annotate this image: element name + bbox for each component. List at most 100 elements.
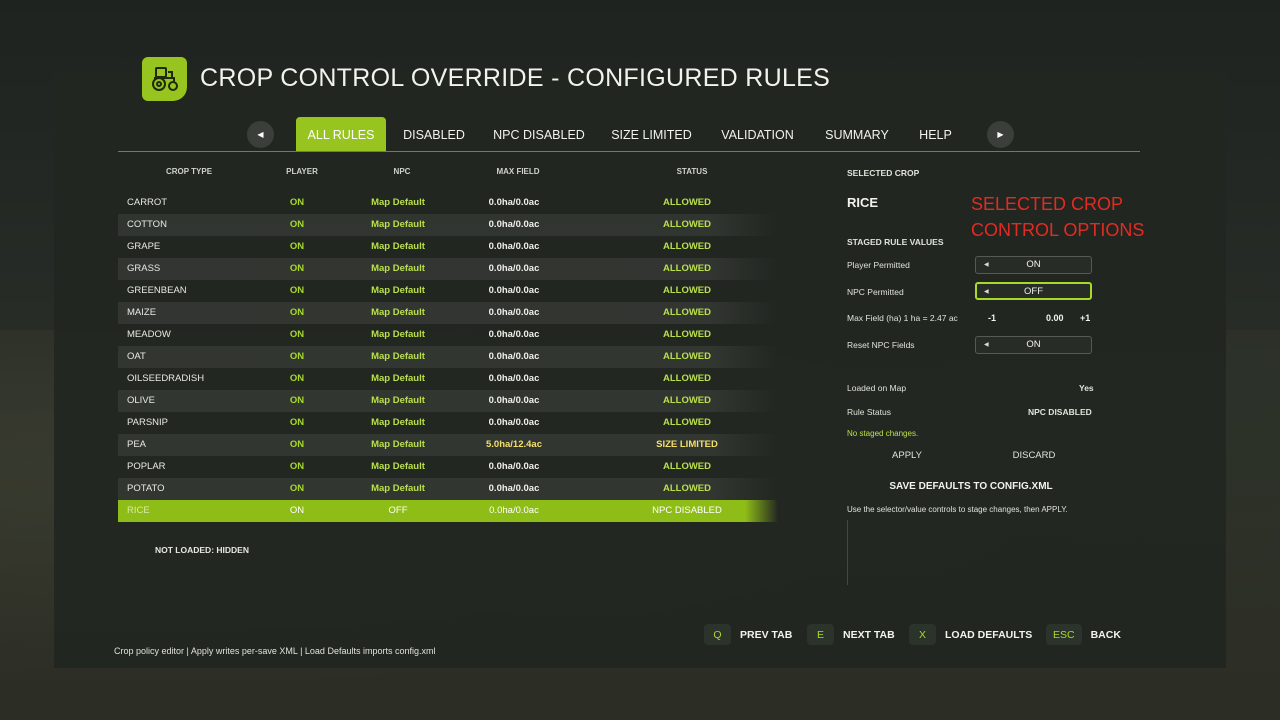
npc-cell: Map Default — [371, 351, 425, 362]
rule-status-value: NPC DISABLED — [1028, 407, 1092, 417]
selected-crop-name: RICE — [847, 195, 879, 210]
crop-name-cell: POTATO — [127, 483, 165, 494]
table-row[interactable]: GRASS ON Map Default 0.0ha/0.0ac ALLOWED — [118, 258, 778, 280]
crop-name-cell: OLIVE — [127, 395, 155, 406]
chevron-left-icon[interactable]: ◀ — [247, 121, 274, 148]
max-field-cell: 0.0ha/0.0ac — [488, 417, 540, 428]
npc-cell: Map Default — [371, 439, 425, 450]
status-cell: ALLOWED — [662, 307, 712, 318]
table-row[interactable]: MAIZE ON Map Default 0.0ha/0.0ac ALLOWED — [118, 302, 778, 324]
help-text: Use the selector/value controls to stage… — [847, 505, 1068, 514]
crop-name-cell: OILSEEDRADISH — [127, 373, 205, 384]
table-row[interactable]: POTATO ON Map Default 0.0ha/0.0ac ALLOWED — [118, 478, 778, 500]
tab-all-rules[interactable]: ALL RULES — [296, 117, 386, 152]
npc-permitted-selector[interactable]: ◀ OFF — [975, 282, 1092, 300]
tab-help[interactable]: HELP — [906, 117, 965, 152]
table-row[interactable]: GREENBEAN ON Map Default 0.0ha/0.0ac ALLOWED — [118, 280, 778, 302]
table-row[interactable]: MEADOW ON Map Default 0.0ha/0.0ac ALLOWED — [118, 324, 778, 346]
crop-name-cell: POPLAR — [127, 461, 166, 472]
npc-cell: Map Default — [371, 219, 425, 230]
save-defaults-button[interactable]: SAVE DEFAULTS TO CONFIG.XML — [848, 481, 1094, 492]
divider — [847, 520, 848, 585]
back-hint[interactable]: ESC BACK — [1046, 624, 1121, 645]
table-row[interactable]: OAT ON Map Default 0.0ha/0.0ac ALLOWED — [118, 346, 778, 368]
player-cell: ON — [289, 483, 305, 494]
player-permitted-selector[interactable]: ◀ ON — [975, 256, 1092, 274]
npc-cell: Map Default — [371, 329, 425, 340]
prev-tab-hint[interactable]: Q PREV TAB — [704, 624, 792, 645]
next-tab-hint[interactable]: E NEXT TAB — [807, 624, 895, 645]
loaded-on-map-label: Loaded on Map — [847, 383, 907, 393]
crop-name-cell: OAT — [127, 351, 146, 362]
tab-size-limited[interactable]: SIZE LIMITED — [596, 117, 707, 152]
footer-note: Crop policy editor | Apply writes per-sa… — [114, 646, 436, 656]
player-cell: ON — [289, 197, 305, 208]
status-cell: ALLOWED — [662, 351, 712, 362]
tab-validation[interactable]: VALIDATION — [707, 117, 808, 152]
table-row[interactable]: OLIVE ON Map Default 0.0ha/0.0ac ALLOWED — [118, 390, 778, 412]
tab-summary[interactable]: SUMMARY — [808, 117, 906, 152]
status-cell: ALLOWED — [662, 329, 712, 340]
player-cell: ON — [289, 461, 305, 472]
max-field-cell: 0.0ha/0.0ac — [488, 373, 540, 384]
apply-button[interactable]: APPLY — [862, 450, 952, 461]
tab-bar: ALL RULES DISABLED NPC DISABLED SIZE LIM… — [296, 117, 965, 152]
crop-name-cell: COTTON — [127, 219, 167, 230]
column-header-crop-type: CROP TYPE — [165, 167, 213, 176]
reset-npc-fields-value: ON — [1026, 339, 1041, 350]
player-cell: ON — [289, 505, 305, 516]
column-header-max-field: MAX FIELD — [496, 167, 540, 176]
table-row[interactable]: OILSEEDRADISH ON Map Default 0.0ha/0.0ac ALL… — [118, 368, 778, 390]
staged-values-heading: STAGED RULE VALUES — [847, 237, 944, 247]
crop-rules-table: CARROT ON Map Default 0.0ha/0.0ac ALLOWED COT… — [118, 192, 778, 522]
status-cell: ALLOWED — [662, 483, 712, 494]
chevron-right-icon[interactable]: ▶ — [987, 121, 1014, 148]
table-row[interactable]: POPLAR ON Map Default 0.0ha/0.0ac ALLOWED — [118, 456, 778, 478]
tab-divider — [118, 151, 1140, 152]
npc-cell: Map Default — [371, 373, 425, 384]
load-defaults-label: LOAD DEFAULTS — [945, 628, 1033, 641]
max-field-cell: 0.0ha/0.0ac — [488, 461, 540, 472]
player-cell: ON — [289, 417, 305, 428]
table-row[interactable]: COTTON ON Map Default 0.0ha/0.0ac ALLOWED — [118, 214, 778, 236]
npc-cell: OFF — [388, 505, 408, 516]
max-field-cell: 5.0ha/12.4ac — [486, 439, 542, 450]
crop-name-cell: MAIZE — [127, 307, 157, 318]
player-cell: ON — [289, 395, 305, 406]
tab-npc-disabled[interactable]: NPC DISABLED — [482, 117, 596, 152]
max-field-value: 0.00 — [1046, 313, 1064, 323]
max-field-cell: 0.0ha/0.0ac — [488, 263, 540, 274]
table-row[interactable]: PEA ON Map Default 5.0ha/12.4ac SIZE LIMITED — [118, 434, 778, 456]
load-defaults-hint[interactable]: X LOAD DEFAULTS — [909, 624, 1032, 645]
npc-cell: Map Default — [371, 461, 425, 472]
table-row[interactable]: GRAPE ON Map Default 0.0ha/0.0ac ALLOWED — [118, 236, 778, 258]
crop-name-cell: GRASS — [127, 263, 161, 274]
annotation-line: CONTROL OPTIONS — [971, 220, 1145, 240]
status-cell: ALLOWED — [662, 263, 712, 274]
player-cell: ON — [289, 285, 305, 296]
player-cell: ON — [289, 263, 305, 274]
status-cell: ALLOWED — [662, 461, 712, 472]
max-field-decrement-button[interactable]: -1 — [988, 313, 996, 323]
player-cell: ON — [289, 329, 305, 340]
npc-cell: Map Default — [371, 263, 425, 274]
player-cell: ON — [289, 351, 305, 362]
tab-disabled[interactable]: DISABLED — [386, 117, 482, 152]
discard-button[interactable]: DISCARD — [989, 450, 1079, 461]
key-q: Q — [704, 624, 731, 645]
max-field-increment-button[interactable]: +1 — [1080, 313, 1090, 323]
table-row[interactable]: RICE ON OFF 0.0ha/0.0ac NPC DISABLED — [118, 500, 778, 522]
crop-name-cell: GREENBEAN — [127, 285, 187, 296]
npc-cell: Map Default — [371, 197, 425, 208]
status-cell: NPC DISABLED — [652, 505, 722, 516]
status-cell: ALLOWED — [662, 285, 712, 296]
max-field-cell: 0.0ha/0.0ac — [488, 241, 540, 252]
player-cell: ON — [289, 373, 305, 384]
status-cell: ALLOWED — [662, 373, 712, 384]
max-field-cell: 0.0ha/0.0ac — [488, 307, 540, 318]
table-row[interactable]: PARSNIP ON Map Default 0.0ha/0.0ac ALLOWED — [118, 412, 778, 434]
npc-permitted-label: NPC Permitted — [847, 287, 904, 297]
reset-npc-fields-selector[interactable]: ◀ ON — [975, 336, 1092, 354]
table-row[interactable]: CARROT ON Map Default 0.0ha/0.0ac ALLOWED — [118, 192, 778, 214]
next-tab-label: NEXT TAB — [843, 628, 895, 641]
